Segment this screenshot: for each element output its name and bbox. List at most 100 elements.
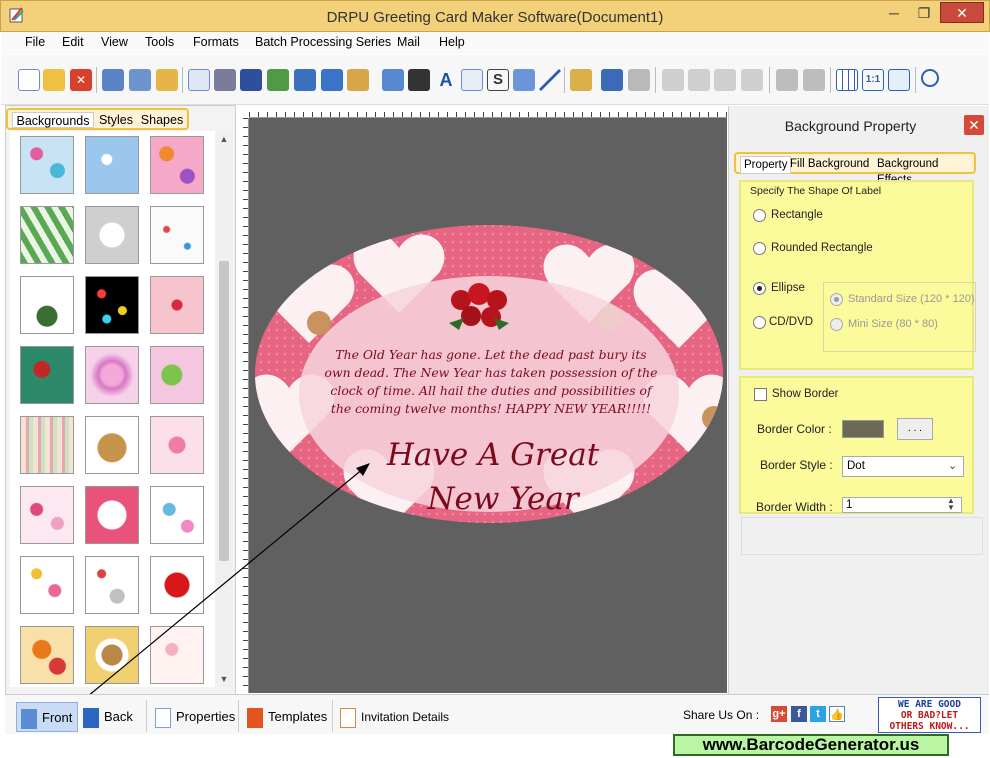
background-thumbnail[interactable]: [150, 276, 204, 334]
like-icon[interactable]: 👍: [829, 706, 845, 722]
background-thumbnail[interactable]: [150, 556, 204, 614]
background-thumbnail[interactable]: [150, 206, 204, 264]
background-thumbnail[interactable]: [85, 556, 139, 614]
actual-size-icon[interactable]: 1:1: [862, 69, 884, 91]
text-icon[interactable]: A: [435, 69, 457, 91]
design-canvas[interactable]: The Old Year has gone. Let the dead past…: [249, 118, 727, 693]
send-back-icon[interactable]: [803, 69, 825, 91]
barcode-icon[interactable]: [408, 69, 430, 91]
background-thumbnail[interactable]: [150, 486, 204, 544]
cut-icon[interactable]: [662, 69, 684, 91]
scroll-thumb[interactable]: [219, 261, 229, 561]
undo-icon[interactable]: [601, 69, 623, 91]
menu-formats[interactable]: Formats: [193, 35, 239, 49]
tab-front[interactable]: Front: [16, 702, 78, 732]
background-thumbnail[interactable]: [20, 556, 74, 614]
close-doc-icon[interactable]: ✕: [70, 69, 92, 91]
spin-icon[interactable]: ▲ ▼: [947, 497, 955, 512]
facebook-icon[interactable]: f: [791, 706, 807, 722]
menu-help[interactable]: Help: [439, 35, 465, 49]
redo-icon[interactable]: [628, 69, 650, 91]
radio-rectangle[interactable]: [753, 209, 766, 222]
browse-color-button[interactable]: . . .: [897, 418, 933, 440]
background-thumbnail[interactable]: [85, 486, 139, 544]
save-as-icon[interactable]: [129, 69, 151, 91]
database-icon[interactable]: [570, 69, 592, 91]
new-icon[interactable]: [18, 69, 40, 91]
google-plus-icon[interactable]: g+: [771, 706, 787, 722]
tab-invitation-details[interactable]: Invitation Details: [340, 702, 449, 732]
menu-file[interactable]: File: [25, 35, 45, 49]
background-thumbnail[interactable]: [20, 416, 74, 474]
tab-fill-background[interactable]: Fill Background: [790, 156, 869, 172]
tab-backgrounds[interactable]: Backgrounds: [12, 112, 94, 128]
paste-icon[interactable]: [714, 69, 736, 91]
copy-layer-icon[interactable]: [240, 69, 262, 91]
radio-ellipse[interactable]: [753, 282, 766, 295]
show-border-checkbox[interactable]: [754, 388, 767, 401]
twitter-icon[interactable]: t: [810, 706, 826, 722]
copy-icon[interactable]: [688, 69, 710, 91]
radio-standard-size[interactable]: [830, 293, 843, 306]
background-thumbnail[interactable]: [85, 416, 139, 474]
delete-icon[interactable]: [741, 69, 763, 91]
tab-shapes[interactable]: Shapes: [138, 112, 186, 128]
card-message[interactable]: The Old Year has gone. Let the dead past…: [321, 346, 661, 418]
tab-templates[interactable]: Templates: [247, 702, 327, 732]
watermark-icon[interactable]: [382, 69, 404, 91]
background-thumbnail[interactable]: [20, 206, 74, 264]
word-art-icon[interactable]: [461, 69, 483, 91]
background-thumbnail[interactable]: [85, 626, 139, 684]
tab-back[interactable]: Back: [83, 702, 133, 732]
line-icon[interactable]: [539, 69, 561, 91]
panel-close-icon[interactable]: ✕: [964, 115, 984, 135]
tab-styles[interactable]: Styles: [96, 112, 136, 128]
card-headline-line1[interactable]: Have A Great: [386, 437, 600, 473]
greeting-card[interactable]: The Old Year has gone. Let the dead past…: [249, 118, 727, 693]
print-icon[interactable]: [214, 69, 236, 91]
background-thumbnail[interactable]: [20, 276, 74, 334]
border-color-swatch[interactable]: [842, 420, 884, 438]
radio-cd-dvd[interactable]: [753, 316, 766, 329]
restore-button[interactable]: ❐: [910, 2, 938, 24]
menu-view[interactable]: View: [101, 35, 128, 49]
feedback-ad[interactable]: WE ARE GOOD OR BAD?LET OTHERS KNOW...: [878, 697, 981, 733]
radio-mini-size[interactable]: [830, 318, 843, 331]
background-thumbnail[interactable]: [85, 346, 139, 404]
border-width-stepper[interactable]: 1 ▲ ▼: [842, 497, 962, 513]
background-thumbnail[interactable]: [150, 346, 204, 404]
grid-icon[interactable]: [836, 69, 858, 91]
menu-tools[interactable]: Tools: [145, 35, 174, 49]
background-thumbnail[interactable]: [20, 626, 74, 684]
shapes-icon[interactable]: [347, 69, 369, 91]
bring-front-icon[interactable]: [776, 69, 798, 91]
signature-icon[interactable]: S: [487, 69, 509, 91]
background-thumbnail[interactable]: [150, 626, 204, 684]
image-tool-icon[interactable]: [267, 69, 289, 91]
menu-mail[interactable]: Mail: [397, 35, 420, 49]
export-icon[interactable]: [156, 69, 178, 91]
menu-edit[interactable]: Edit: [62, 35, 84, 49]
background-thumbnail[interactable]: [85, 276, 139, 334]
tab-properties[interactable]: Properties: [155, 702, 235, 732]
minimize-button[interactable]: ─: [880, 2, 908, 24]
save-icon[interactable]: [102, 69, 124, 91]
mail-icon[interactable]: [513, 69, 535, 91]
fit-window-icon[interactable]: [888, 69, 910, 91]
background-thumbnail[interactable]: [20, 346, 74, 404]
close-window-button[interactable]: ✕: [940, 2, 984, 23]
background-thumbnail[interactable]: [20, 486, 74, 544]
background-thumbnail[interactable]: [85, 206, 139, 264]
background-thumbnail[interactable]: [85, 136, 139, 194]
thumbnails-scrollbar[interactable]: ▲ ▼: [216, 131, 232, 687]
card-headline-line2[interactable]: New Year: [426, 481, 580, 517]
background-thumbnail[interactable]: [150, 136, 204, 194]
picture-icon[interactable]: [294, 69, 316, 91]
pencil-icon[interactable]: [321, 69, 343, 91]
print-preview-icon[interactable]: [188, 69, 210, 91]
radio-rounded-rectangle[interactable]: [753, 242, 766, 255]
border-style-select[interactable]: Dot ⌄: [842, 456, 964, 477]
zoom-in-icon[interactable]: [921, 69, 939, 87]
menu-batch-processing[interactable]: Batch Processing Series: [255, 35, 391, 49]
background-thumbnail[interactable]: [150, 416, 204, 474]
